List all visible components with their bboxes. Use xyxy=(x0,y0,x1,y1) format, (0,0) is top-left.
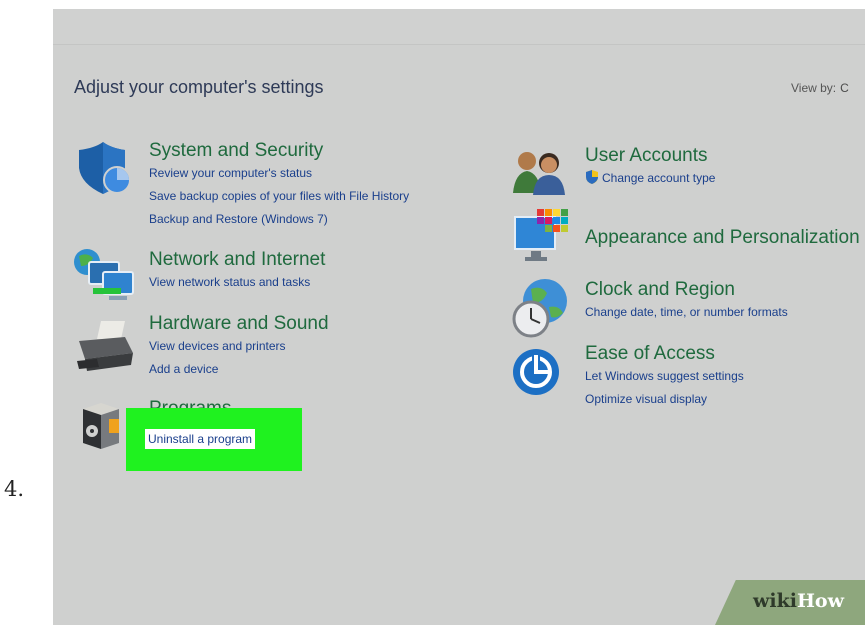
link-review-status[interactable]: Review your computer's status xyxy=(149,162,409,185)
link-view-devices[interactable]: View devices and printers xyxy=(149,335,329,358)
change-account-type-label: Change account type xyxy=(602,171,716,185)
category-user-accounts: User Accounts Change account type xyxy=(585,145,715,190)
category-network: Network and Internet View network status… xyxy=(149,249,325,294)
step-number: 4. xyxy=(4,477,25,501)
watermark-text: wikiHow xyxy=(753,590,844,612)
view-by[interactable]: View by: C xyxy=(791,81,849,95)
link-file-history[interactable]: Save backup copies of your files with Fi… xyxy=(149,185,409,208)
appearance-icon xyxy=(514,209,568,261)
ease-of-access-title[interactable]: Ease of Access xyxy=(585,343,744,365)
user-accounts-title[interactable]: User Accounts xyxy=(585,145,715,167)
category-hardware-sound: Hardware and Sound View devices and prin… xyxy=(149,313,329,381)
programs-icon xyxy=(83,403,119,449)
clock-globe-icon xyxy=(512,279,567,338)
network-title[interactable]: Network and Internet xyxy=(149,249,325,271)
link-backup-restore[interactable]: Backup and Restore (Windows 7) xyxy=(149,208,409,231)
link-uninstall-program[interactable]: Uninstall a program xyxy=(145,429,256,449)
link-change-date-time[interactable]: Change date, time, or number formats xyxy=(585,301,788,324)
link-windows-suggest[interactable]: Let Windows suggest settings xyxy=(585,365,744,388)
link-change-account-type[interactable]: Change account type xyxy=(585,167,715,190)
wikihow-watermark: wikiHow xyxy=(715,580,865,625)
network-icon xyxy=(74,249,134,300)
view-by-value[interactable]: C xyxy=(840,81,849,95)
clock-region-title[interactable]: Clock and Region xyxy=(585,279,788,301)
link-network-status[interactable]: View network status and tasks xyxy=(149,271,325,294)
ease-of-access-icon xyxy=(513,349,559,395)
uac-shield-icon xyxy=(586,170,598,184)
category-ease-of-access: Ease of Access Let Windows suggest setti… xyxy=(585,343,744,411)
category-clock-region: Clock and Region Change date, time, or n… xyxy=(585,279,788,324)
address-bar-area xyxy=(53,9,865,45)
printer-icon xyxy=(77,321,133,371)
link-add-device[interactable]: Add a device xyxy=(149,358,329,381)
view-by-label: View by: xyxy=(791,81,837,95)
system-security-title[interactable]: System and Security xyxy=(149,140,409,162)
page-title: Adjust your computer's settings xyxy=(74,77,324,97)
shield-icon xyxy=(79,142,131,194)
category-system-security: System and Security Review your computer… xyxy=(149,140,409,231)
hardware-title[interactable]: Hardware and Sound xyxy=(149,313,329,335)
link-optimize-visual[interactable]: Optimize visual display xyxy=(585,388,744,411)
appearance-title[interactable]: Appearance and Personalization xyxy=(585,227,860,249)
category-appearance: Appearance and Personalization xyxy=(585,227,860,249)
control-panel-window: Adjust your computer's settings View by:… xyxy=(53,9,865,625)
user-accounts-icon xyxy=(513,152,565,195)
